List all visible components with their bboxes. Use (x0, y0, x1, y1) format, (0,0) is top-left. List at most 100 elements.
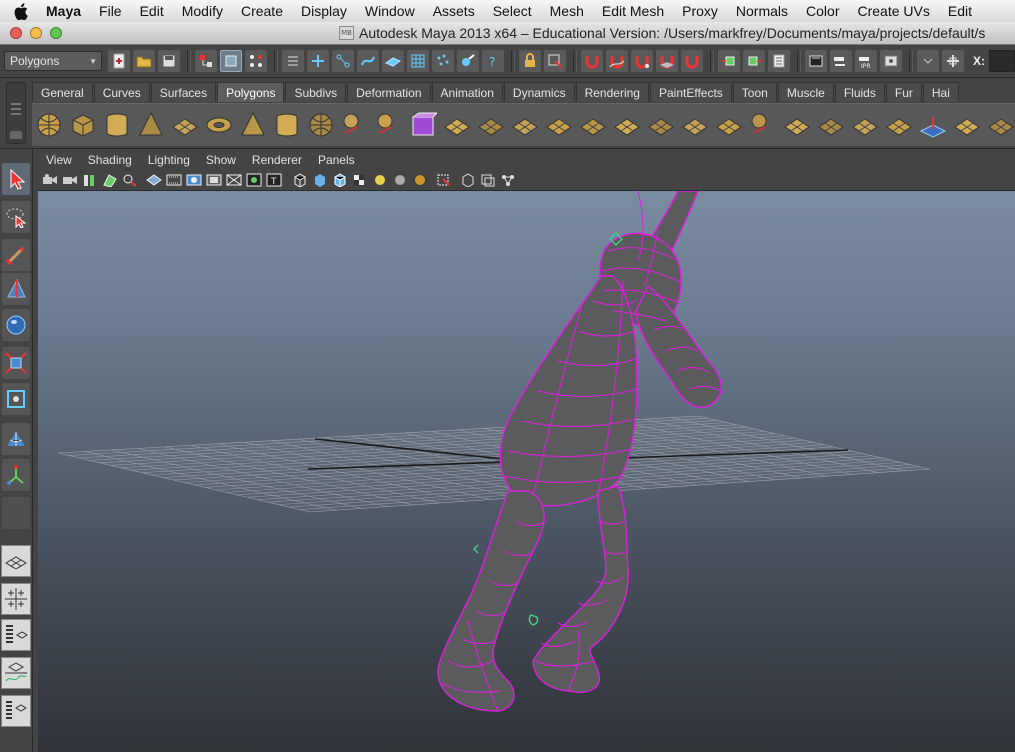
select-by-component-icon[interactable] (245, 50, 267, 72)
rotate-tool-button[interactable] (2, 309, 30, 341)
merge-icon[interactable] (746, 108, 780, 142)
snap-to-view-plane-icon[interactable] (656, 50, 678, 72)
open-scene-icon[interactable] (133, 50, 155, 72)
ipr-render-icon[interactable]: IPR (855, 50, 877, 72)
output-connections-icon[interactable] (743, 50, 765, 72)
viewport-scene[interactable] (38, 191, 1015, 752)
shelf-tab-painteffects[interactable]: PaintEffects (649, 82, 732, 102)
cylinder-icon[interactable] (100, 108, 134, 142)
append-icon[interactable] (576, 108, 610, 142)
ambient-occlusion-icon[interactable] (412, 172, 428, 188)
soccer-ball-icon[interactable] (304, 108, 338, 142)
menu-edit-uvs[interactable]: Edit (939, 0, 981, 22)
cube-icon[interactable] (66, 108, 100, 142)
last-tool-button[interactable] (2, 497, 30, 529)
construction-history-icon[interactable] (768, 50, 790, 72)
menu-modify[interactable]: Modify (173, 0, 232, 22)
pyramid-icon[interactable] (236, 108, 270, 142)
select-by-object-icon[interactable] (220, 50, 242, 72)
shelf-tab-subdivs[interactable]: Subdivs (285, 82, 347, 102)
sculpt-icon[interactable] (916, 108, 950, 142)
lasso-tool-button[interactable] (2, 201, 30, 233)
input-connections-icon[interactable] (718, 50, 740, 72)
close-window-button[interactable] (10, 27, 22, 39)
absolute-transform-icon[interactable] (942, 50, 964, 72)
render-frame-icon[interactable] (830, 50, 852, 72)
menu-assets[interactable]: Assets (424, 0, 484, 22)
xray-icon[interactable] (460, 172, 476, 188)
menu-file[interactable]: File (90, 0, 131, 22)
shelf-tab-animation[interactable]: Animation (431, 82, 503, 102)
select-joints-icon[interactable] (332, 50, 354, 72)
soft-modification-button[interactable] (2, 423, 30, 455)
layout-persp-outliner-button[interactable] (1, 619, 31, 651)
new-scene-icon[interactable] (108, 50, 130, 72)
shelf-tab-general[interactable]: General (32, 82, 93, 102)
render-view-icon[interactable] (805, 50, 827, 72)
sphere-icon[interactable] (32, 108, 66, 142)
snap-to-curve-icon[interactable] (606, 50, 628, 72)
select-camera-icon[interactable] (42, 172, 58, 188)
render-settings-icon[interactable] (880, 50, 902, 72)
shelf-tab-fluids[interactable]: Fluids (834, 82, 885, 102)
grid-toggle-icon[interactable] (146, 172, 162, 188)
smooth-shading-icon[interactable] (312, 172, 328, 188)
shelf-tab-surfaces[interactable]: Surfaces (150, 82, 217, 102)
offset-edgeloop-icon[interactable] (678, 108, 712, 142)
menu-set-dropdown[interactable]: Polygons ▼ (4, 51, 102, 71)
cone-icon[interactable] (134, 108, 168, 142)
camera-attributes-icon[interactable] (62, 172, 78, 188)
quadrangulate-icon[interactable] (984, 108, 1015, 142)
panel-menu-show[interactable]: Show (198, 150, 244, 170)
menu-display[interactable]: Display (292, 0, 356, 22)
move-tool-button[interactable] (2, 273, 30, 305)
shelf-tab-dynamics[interactable]: Dynamics (503, 82, 575, 102)
shelf-tab-polygons[interactable]: Polygons (217, 82, 285, 102)
shelf-tab-hair[interactable]: Hai (922, 82, 959, 102)
input-line-options-icon[interactable] (917, 50, 939, 72)
shelf-tab-curves[interactable]: Curves (93, 82, 150, 102)
bridge-icon[interactable] (542, 108, 576, 142)
plane-icon[interactable] (168, 108, 202, 142)
image-plane-icon[interactable] (102, 172, 118, 188)
wedge-icon[interactable] (712, 108, 746, 142)
shelf-tab-deformation[interactable]: Deformation (347, 82, 431, 102)
panel-menu-renderer[interactable]: Renderer (244, 150, 310, 170)
select-surfaces-icon[interactable] (382, 50, 404, 72)
shelf-tab-toon[interactable]: Toon (732, 82, 777, 102)
menu-proxy[interactable]: Proxy (673, 0, 727, 22)
bevel-icon[interactable] (848, 108, 882, 142)
triangulate-icon[interactable] (950, 108, 984, 142)
menu-mesh[interactable]: Mesh (541, 0, 593, 22)
shelf-tab-fur[interactable]: Fur (885, 82, 922, 102)
layout-persp-graph-button[interactable] (1, 657, 31, 689)
separate-icon[interactable] (372, 108, 406, 142)
menu-create-uvs[interactable]: Create UVs (849, 0, 939, 22)
2d-pan-zoom-icon[interactable] (122, 172, 138, 188)
extrude-icon[interactable] (508, 108, 542, 142)
snap-to-point-icon[interactable] (631, 50, 653, 72)
save-scene-icon[interactable] (158, 50, 180, 72)
highlight-selection-icon[interactable] (544, 50, 566, 72)
film-gate-icon[interactable] (166, 172, 182, 188)
smooth-icon[interactable] (440, 108, 474, 142)
textured-icon[interactable] (352, 172, 368, 188)
shelf-menu-handle[interactable] (6, 82, 26, 144)
use-all-lights-icon[interactable] (372, 172, 388, 188)
perspective-viewport[interactable]: View Shading Lighting Show Renderer Pane… (38, 150, 1015, 752)
layout-four-view-button[interactable] (1, 583, 31, 615)
select-tool-button[interactable] (2, 163, 30, 195)
zoom-window-button[interactable] (50, 27, 62, 39)
pick-mask-icon[interactable] (282, 50, 304, 72)
wireframe-shading-icon[interactable] (292, 172, 308, 188)
wireframe-on-shaded-icon[interactable] (332, 172, 348, 188)
safe-title-icon[interactable]: T (266, 172, 282, 188)
select-deformations-icon[interactable] (407, 50, 429, 72)
menu-edit[interactable]: Edit (131, 0, 173, 22)
make-live-icon[interactable] (681, 50, 703, 72)
menu-app-maya[interactable]: Maya (38, 0, 90, 22)
menu-normals[interactable]: Normals (727, 0, 797, 22)
extract-icon[interactable] (406, 108, 440, 142)
show-manipulator-button[interactable] (2, 459, 30, 491)
minimize-window-button[interactable] (30, 27, 42, 39)
